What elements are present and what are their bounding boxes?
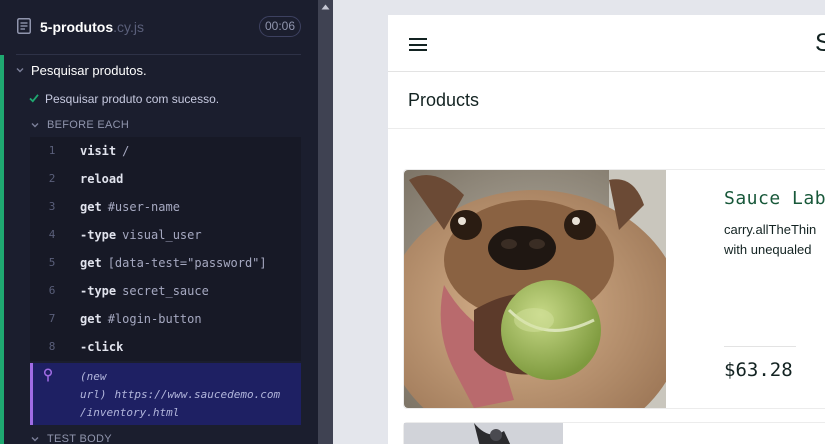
- command-arg: secret_sauce: [122, 284, 209, 298]
- item-price: $63.28: [724, 359, 793, 381]
- item-name-link[interactable]: Sauce Lab: [724, 188, 825, 209]
- burger-menu-icon[interactable]: [409, 38, 427, 51]
- item-image[interactable]: [404, 170, 666, 408]
- dog-photo: [404, 170, 666, 408]
- command-arg: [data-test="password"]: [107, 256, 267, 270]
- url-change-event[interactable]: (new url) https://www.saucedemo.com /inve…: [30, 363, 301, 425]
- command-number: 4: [48, 228, 56, 241]
- spec-name: 5-produtos: [40, 19, 114, 35]
- item-description: carry.allTheThin with unequaled: [724, 222, 817, 257]
- command-arg: #user-name: [107, 200, 180, 214]
- suite-title: Pesquisar produtos.: [31, 63, 147, 78]
- command-number: 1: [48, 144, 56, 157]
- hook-test-body[interactable]: TEST BODY: [4, 427, 301, 444]
- command-log: 1 visit/ 2 reload 3 get #user-name 4 -typ…: [30, 137, 301, 361]
- item-photo: [404, 423, 563, 444]
- command-number: 6: [48, 284, 56, 297]
- command-name: get #user-name: [80, 200, 180, 214]
- test-title: Pesquisar produto com sucesso.: [45, 92, 220, 106]
- hook-before-each[interactable]: BEFORE EACH: [4, 113, 301, 137]
- check-icon: [29, 94, 39, 103]
- spec-extension: .cy.js: [113, 19, 144, 35]
- url-event-url-cont: /inventory.html: [80, 406, 180, 419]
- command-row[interactable]: 8 -click: [30, 333, 301, 361]
- url-event-label: url): [80, 388, 107, 401]
- spec-title[interactable]: 5-produtos.cy.js: [40, 19, 144, 35]
- command-row[interactable]: 4 -type visual_user: [30, 221, 301, 249]
- command-number: 7: [48, 312, 56, 325]
- command-row[interactable]: 5 get [data-test="password"]: [30, 249, 301, 277]
- hook-title: BEFORE EACH: [47, 119, 130, 131]
- command-row[interactable]: 2 reload: [30, 165, 301, 193]
- page-title: Products: [408, 90, 480, 110]
- url-event-text: (new url) https://www.saucedemo.com /inve…: [80, 368, 300, 422]
- command-number: 2: [48, 172, 56, 185]
- app-logo: S: [815, 29, 825, 57]
- cypress-reporter: 5-produtos.cy.js 00:06 Pesquisar produto…: [0, 0, 318, 444]
- spec-file-icon: [17, 18, 31, 34]
- command-name: visit /: [80, 144, 130, 158]
- command-name: reload: [80, 172, 124, 186]
- price-divider: [724, 346, 796, 347]
- command-number: 5: [48, 256, 56, 269]
- aut-preview: S Products Sauce Lab carry.allTheThin wi…: [333, 0, 825, 444]
- spec-header: 5-produtos.cy.js 00:06: [0, 0, 318, 54]
- command-row[interactable]: 1 visit /: [30, 137, 301, 165]
- inventory-item: [403, 422, 825, 444]
- command-name: -type visual_user: [80, 228, 202, 242]
- inventory-item: Sauce Lab carry.allTheThin with unequale…: [403, 169, 825, 409]
- item-image[interactable]: [404, 423, 563, 444]
- command-name: get [data-test="password"]: [80, 256, 267, 270]
- command-arg: visual_user: [122, 228, 202, 242]
- url-event-url: https://www.saucedemo.com: [114, 388, 281, 401]
- command-number: 3: [48, 200, 56, 213]
- command-row[interactable]: 7 get #login-button: [30, 305, 301, 333]
- command-name: -type secret_sauce: [80, 284, 209, 298]
- test-row[interactable]: Pesquisar produto com sucesso.: [4, 85, 301, 113]
- app-header: S: [388, 15, 825, 72]
- url-event-marker: [30, 363, 33, 425]
- pin-icon: [43, 368, 53, 382]
- chevron-down-icon: [16, 68, 24, 73]
- command-number: 8: [48, 340, 56, 353]
- command-arg: /: [122, 144, 130, 158]
- suite-row[interactable]: Pesquisar produtos.: [4, 55, 301, 85]
- command-name: get #login-button: [80, 312, 202, 326]
- chevron-down-icon: [31, 123, 39, 128]
- url-event-label: (new: [80, 370, 107, 383]
- command-name: -click: [80, 340, 124, 354]
- spec-duration: 00:06: [259, 16, 301, 37]
- command-row[interactable]: 3 get #user-name: [30, 193, 301, 221]
- command-row[interactable]: 6 -type secret_sauce: [30, 277, 301, 305]
- chevron-down-icon: [31, 437, 39, 442]
- command-arg: #login-button: [107, 312, 202, 326]
- products-header: Products: [388, 72, 825, 129]
- reporter-scrollbar[interactable]: [318, 0, 333, 444]
- hook-title: TEST BODY: [47, 433, 112, 444]
- app-frame: S Products Sauce Lab carry.allTheThin wi…: [388, 15, 825, 444]
- scroll-up-arrow-icon[interactable]: [321, 4, 330, 10]
